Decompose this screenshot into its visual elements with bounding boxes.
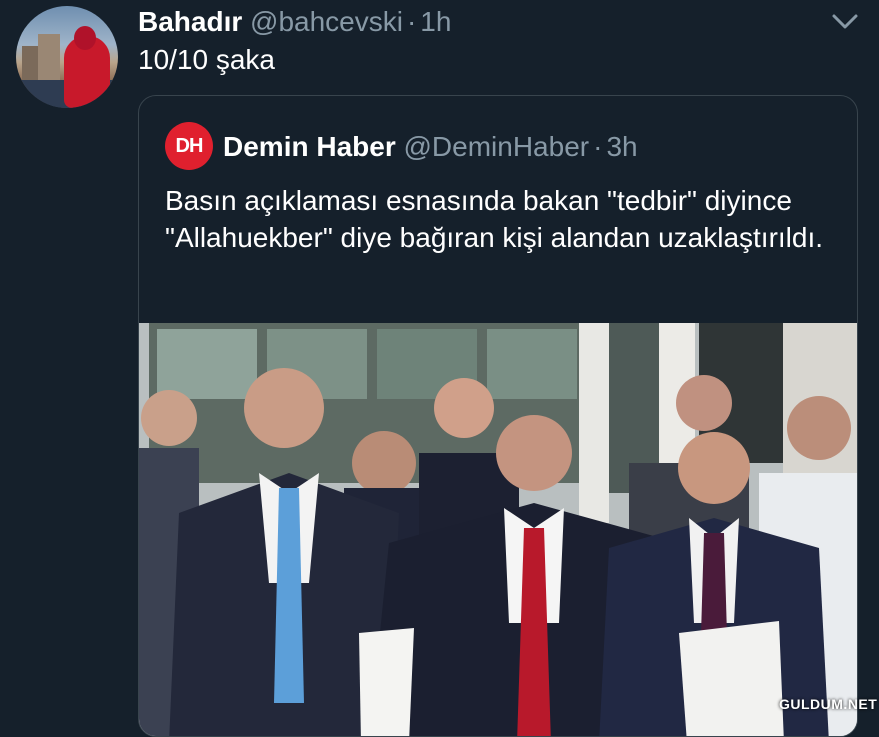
watermark: GULDUM.NET — [779, 696, 878, 712]
quoted-tweet-header: Demin Haber @DeminHaber · 3h — [223, 129, 638, 165]
quoted-avatar-logo[interactable]: DH — [165, 122, 213, 170]
quoted-author-handle[interactable]: @DeminHaber — [404, 131, 590, 162]
quoted-tweet-text: Basın açıklaması esnasında bakan "tedbir… — [165, 185, 824, 253]
tweet-time[interactable]: 1h — [420, 6, 451, 37]
chevron-down-icon[interactable] — [830, 10, 860, 34]
avatar[interactable] — [16, 6, 118, 108]
author-handle[interactable]: @bahcevski — [250, 6, 403, 37]
tweet-text: 10/10 şaka — [138, 44, 275, 75]
avatar-person-head — [74, 26, 96, 50]
tweet-header: Bahadır @bahcevski · 1h — [138, 4, 451, 40]
author-name[interactable]: Bahadır — [138, 6, 242, 37]
separator-dot: · — [593, 131, 603, 162]
quoted-tweet-time[interactable]: 3h — [606, 131, 637, 162]
quoted-tweet[interactable]: DH Demin Haber @DeminHaber · 3h Basın açık… — [138, 95, 858, 737]
avatar-background-building — [38, 34, 60, 80]
tweet-photo[interactable] — [139, 323, 857, 736]
press-conference-photo — [139, 323, 857, 736]
quoted-author-name[interactable]: Demin Haber — [223, 131, 396, 162]
separator-dot: · — [406, 6, 417, 37]
